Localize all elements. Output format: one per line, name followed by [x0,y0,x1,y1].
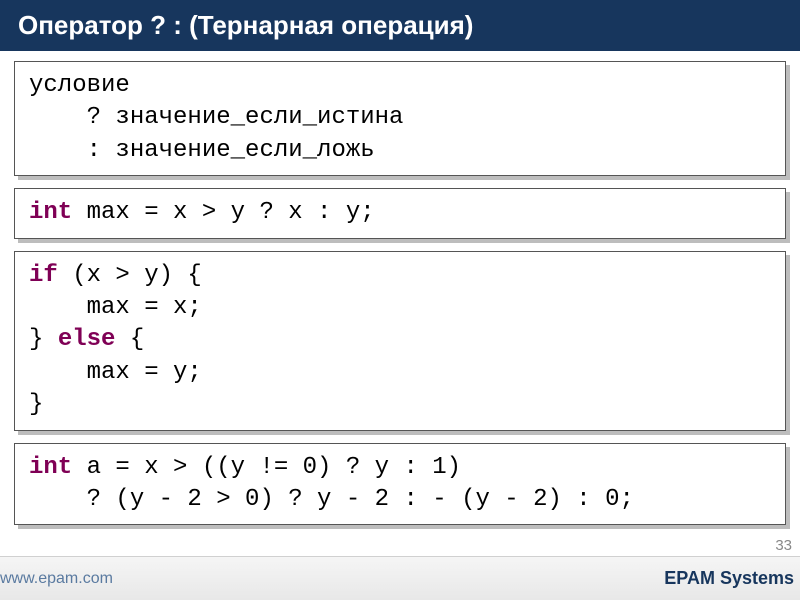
code-text: (x > y) { [58,262,202,289]
code-line: условие [29,72,130,99]
footer-url: www.epam.com [0,570,113,588]
code-box-ternary-example: int max = x > y ? x : y; [14,188,786,238]
page-number: 33 [775,537,792,554]
code-line: } [29,391,43,418]
code-line: ? значение_если_истина [29,104,403,131]
code-text: { [115,326,144,353]
code-line: : значение_если_ложь [29,137,375,164]
code-keyword-int: int [29,199,72,226]
footer: www.epam.com EPAM Systems [0,556,800,600]
footer-brand: EPAM Systems [664,568,794,589]
code-text: max = x > y ? x : y; [72,199,374,226]
code-line: max = y; [29,359,202,386]
code-line: max = x; [29,294,202,321]
slide: Оператор ? : (Тернарная операция) услови… [0,0,800,600]
slide-content: условие ? значение_если_истина : значени… [0,51,800,600]
code-line: ? (y - 2 > 0) ? y - 2 : - (y - 2) : 0; [29,486,634,513]
code-keyword-int: int [29,454,72,481]
slide-title: Оператор ? : (Тернарная операция) [0,0,800,51]
code-text: } [29,326,58,353]
code-text: a = x > ((y != 0) ? y : 1) [72,454,461,481]
code-keyword-if: if [29,262,58,289]
code-keyword-else: else [58,326,116,353]
code-box-nested-example: int a = x > ((y != 0) ? y : 1) ? (y - 2 … [14,443,786,526]
code-box-syntax: условие ? значение_если_истина : значени… [14,61,786,176]
code-box-ifelse: if (x > y) { max = x; } else { max = y; … [14,251,786,431]
